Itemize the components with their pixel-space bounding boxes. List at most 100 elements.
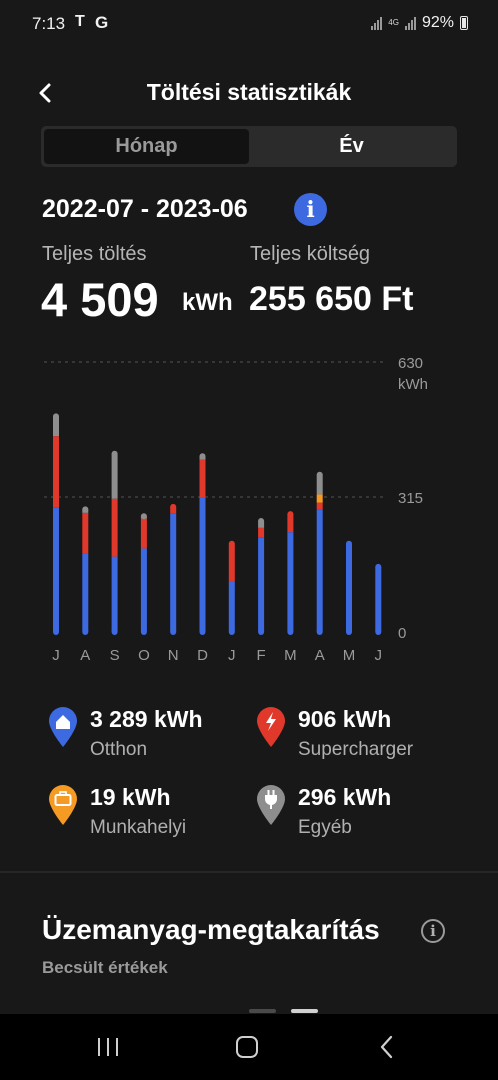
bar-segment-supercharger [82,512,89,554]
y-tick-label: 0 [398,625,406,642]
fuel-savings-info-button[interactable]: i [421,919,445,943]
total-charging-label: Teljes töltés [42,243,147,265]
bar-bottom-cap [140,629,147,635]
bar-top-cap [82,506,89,513]
x-tick-label: J [52,647,60,664]
x-tick-label: N [168,647,179,664]
info-icon: i [306,197,315,223]
bar-segment-supercharger [53,436,59,508]
bar-bottom-cap [111,629,118,635]
bar-segment-supercharger [140,518,147,549]
fuel-savings-title: Üzemanyag-megtakarítás [42,914,380,945]
bar-top-cap [170,503,177,510]
tesla-icon: T [75,13,85,30]
briefcase-icon [49,785,77,825]
bar-bottom-cap [199,629,206,635]
nav-back-button[interactable] [367,1032,407,1062]
home-button[interactable] [227,1032,267,1062]
total-cost-value: 255 650 Ft [249,280,414,318]
legend-home-label: Otthon [90,739,148,760]
y-tick-label: 315 [398,490,423,507]
legend-home-value: 3 289 kWh [90,706,203,732]
tab-month[interactable]: Hónap [44,129,249,164]
bar-segment-home [287,532,294,632]
bar-segment-home [53,507,59,632]
bar-segment-home [346,543,352,632]
page-indicator-active [291,1009,318,1013]
signal-icon [404,16,416,30]
bar-segment-work [316,494,323,503]
bar-segment-supercharger [199,459,206,498]
bar-bottom-cap [316,629,323,635]
bar-top-cap [287,511,294,518]
bar-top-cap [53,413,59,420]
legend-other-label: Egyéb [298,817,352,838]
bar-bottom-cap [346,629,352,635]
bar-bottom-cap [287,629,294,635]
bar-segment-supercharger [316,502,323,510]
bar-top-cap [199,453,206,460]
bar-segment-home [111,556,118,632]
x-tick-label: D [197,647,208,664]
x-tick-label: A [315,647,325,664]
back-icon [380,1035,393,1059]
x-tick-label: M [343,647,356,664]
bar-top-cap [140,513,147,520]
bar-segment-home [375,566,382,632]
bar-bottom-cap [228,629,235,635]
x-tick-label: O [138,647,150,664]
recents-button[interactable] [88,1032,128,1062]
legend-supercharger-value: 906 kWh [298,706,392,732]
bar-segment-home [228,581,235,632]
total-cost-label: Teljes költség [250,243,371,265]
legend-work-value: 19 kWh [90,784,171,810]
period-info-button[interactable]: i [294,193,327,226]
battery-icon [460,16,468,30]
x-tick-label: M [284,647,297,664]
bar-segment-supercharger [228,543,235,582]
bar-top-cap [258,518,265,524]
bar-segment-supercharger [111,498,118,557]
recents-icon [98,1038,118,1056]
bar-top-cap [346,540,352,547]
system-nav-bar [0,1014,498,1080]
page-title: Töltési statisztikák [146,79,352,105]
bar-bottom-cap [53,629,59,635]
x-tick-label: J [228,647,236,664]
home-button-icon [236,1036,258,1058]
network-type: 4G [388,18,399,27]
charging-chart: 0 315 630 kWh J A S O N D J F M A M J [44,355,428,664]
bar-segment-supercharger [258,527,265,538]
legend-other-value: 296 kWh [298,784,392,810]
status-indicators: 4G 92% [371,14,468,32]
plug-icon [257,785,285,825]
bar-segment-home [170,513,177,632]
status-bar: 7:13 T G 4G 92% [0,0,498,48]
y-axis-unit: kWh [398,376,428,393]
bar-top-cap [228,540,235,547]
fuel-savings-subtitle: Becsült értékek [42,958,168,977]
period-tabs: Hónap Év [41,126,457,167]
battery-percent: 92% [421,14,454,31]
bar-segment-home [199,497,206,632]
x-tick-label: S [110,647,120,664]
legend-supercharger-label: Supercharger [298,739,414,760]
home-icon [49,707,77,747]
total-charging-unit: kWh [182,289,233,316]
google-icon: G [95,13,109,32]
y-tick-label: 630 [398,355,423,372]
total-charging-value: 4 509 [41,273,159,326]
bar-segment-home [258,537,265,632]
bar-segment-home [316,509,323,632]
status-time: 7:13 [32,14,66,33]
bar-bottom-cap [375,629,382,635]
legend-work-label: Munkahelyi [90,817,187,838]
bar-segment-other [111,453,118,499]
page-indicator [249,1009,276,1013]
tab-year[interactable]: Év [249,129,454,164]
bar-segment-home [82,553,89,632]
lightning-icon [257,707,285,747]
section-divider [0,871,498,873]
x-tick-label: F [257,647,266,664]
period-range: 2022-07 - 2023-06 [42,195,248,223]
